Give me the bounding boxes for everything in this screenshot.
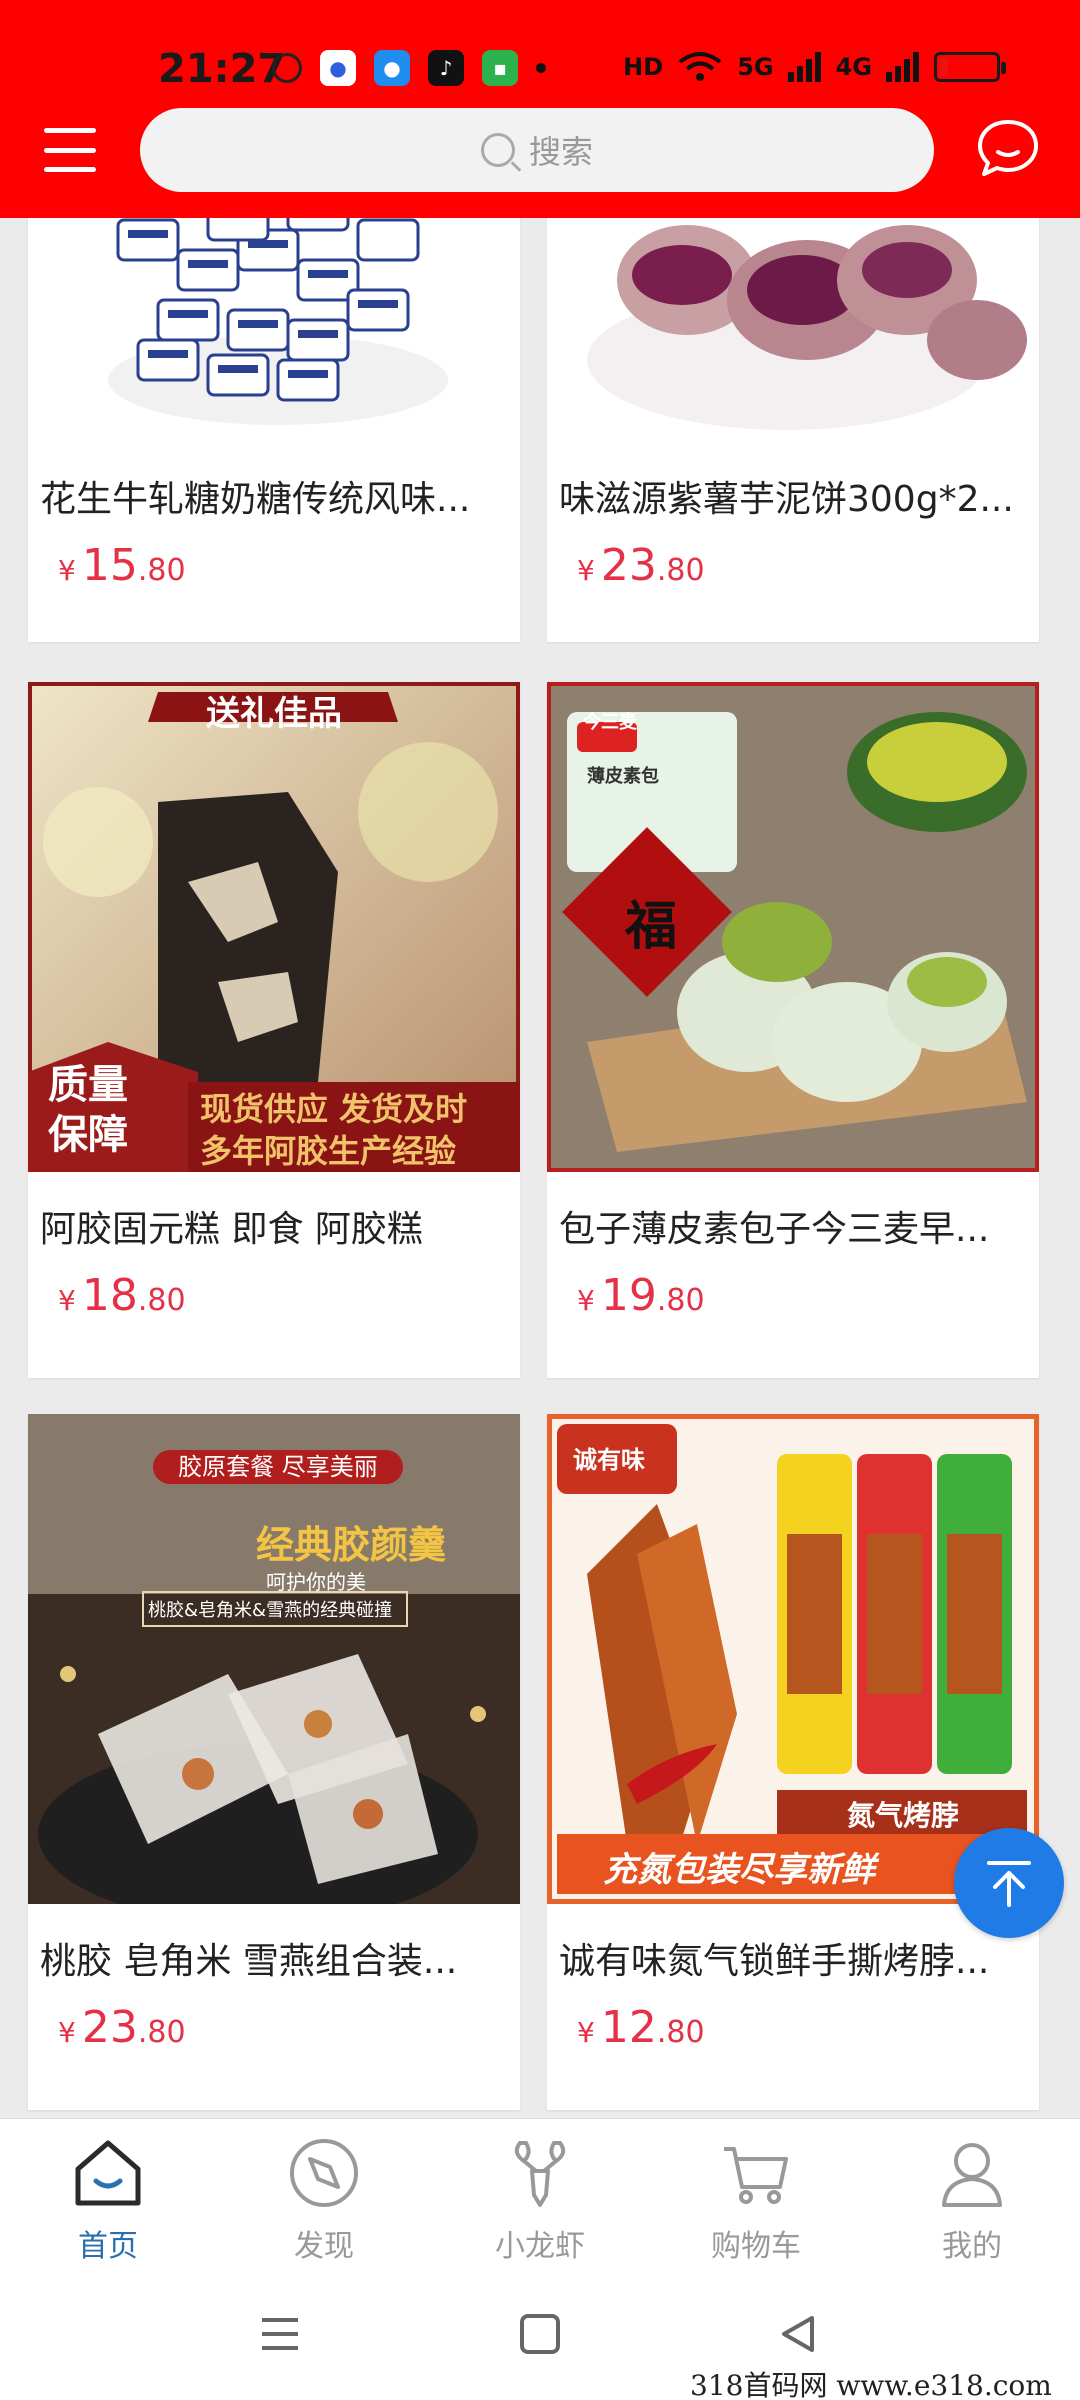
more-notifications-dot [536, 63, 546, 73]
image-sub-1: 呵护你的美 [266, 1570, 366, 1594]
message-notification-icon [272, 53, 302, 83]
image-pill-text: 胶原套餐 尽享美丽 [178, 1453, 378, 1481]
tab-label: 我的 [942, 2229, 1002, 2264]
recents-icon[interactable] [258, 2314, 302, 2354]
image-brand-text: 诚有味 [573, 1446, 645, 1474]
tab-discover[interactable]: 发现 [216, 2119, 432, 2284]
tab-label: 小龙虾 [495, 2229, 585, 2264]
search-input[interactable]: 搜索 [140, 108, 934, 192]
tab-label: 购物车 [711, 2229, 801, 2264]
image-line-1: 现货供应 发货及时 [200, 1090, 468, 1128]
product-image[interactable]: 今三麦 薄皮素包 福 [547, 682, 1039, 1172]
tab-me[interactable]: 我的 [864, 2119, 1080, 2284]
product-price: ¥23.80 [577, 540, 705, 591]
network-4g-indicator: 4G [835, 53, 872, 81]
tab-home[interactable]: 首页 [0, 2119, 216, 2284]
user-icon [942, 2143, 1002, 2207]
product-title[interactable]: 味滋源紫薯芋泥饼300g*2... [559, 470, 1025, 522]
product-price: ¥18.80 [58, 1270, 186, 1321]
tab-crayfish[interactable]: 小龙虾 [432, 2119, 648, 2284]
app-screen: 花生牛轧糖奶糖传统风味... ¥15.80 味滋源紫薯芋泥饼300g*2... [0, 0, 1080, 2400]
product-card[interactable]: 送礼佳品 质量 保障 现货供应 发货及时 多年阿胶生产经验 阿胶固元糕 即食 阿… [28, 682, 520, 1378]
baidu-icon: ● [320, 50, 356, 86]
home-square-icon[interactable] [518, 2312, 562, 2356]
notification-icons: ● ● ♪ ▪ [272, 50, 546, 86]
signal-icon [886, 52, 919, 82]
product-title[interactable]: 桃胶 皂角米 雪燕组合装... [40, 1932, 506, 1984]
product-title[interactable]: 诚有味氮气锁鲜手撕烤脖... [559, 1932, 1025, 1984]
chat-app-icon: ▪ [482, 50, 518, 86]
crayfish-icon [514, 2141, 566, 2207]
product-card[interactable]: 胶原套餐 尽享美丽 经典胶颜羹 呵护你的美 桃胶&皂角米&雪燕的经典碰撞 桃胶 … [28, 1414, 520, 2110]
product-card[interactable]: 诚有味 氮气烤脖 充氮包装尽享新鲜 诚有味氮气锁鲜手撕烤脖... ¥12.80 [547, 1414, 1039, 2110]
status-bar: 21:27 ● ● ♪ ▪ HD 5G 4G [0, 0, 1080, 100]
image-tag-text: 氮气烤脖 [847, 1799, 960, 1832]
image-headline: 经典胶颜羹 [256, 1523, 447, 1567]
menu-icon[interactable] [40, 120, 100, 180]
battery-icon [934, 52, 1006, 82]
tab-cart[interactable]: 购物车 [648, 2119, 864, 2284]
bottom-tab-bar: 首页 发现 小龙虾 购物车 我的 [0, 2118, 1080, 2284]
product-card[interactable]: 今三麦 薄皮素包 福 包子薄皮素包子今三麦早... ¥19.80 [547, 682, 1039, 1378]
product-image[interactable]: 胶原套餐 尽享美丽 经典胶颜羹 呵护你的美 桃胶&皂角米&雪燕的经典碰撞 [28, 1414, 520, 1904]
product-title[interactable]: 包子薄皮素包子今三麦早... [559, 1200, 1025, 1252]
back-to-top-button[interactable] [954, 1828, 1064, 1938]
qq-icon: ● [374, 50, 410, 86]
product-image[interactable]: 送礼佳品 质量 保障 现货供应 发货及时 多年阿胶生产经验 [28, 682, 520, 1172]
product-image[interactable]: 诚有味 氮气烤脖 充氮包装尽享新鲜 [547, 1414, 1039, 1904]
wifi-icon [678, 52, 722, 81]
image-pack-text: 薄皮素包 [587, 766, 659, 787]
tiktok-icon: ♪ [428, 50, 464, 86]
tab-label: 发现 [294, 2229, 354, 2264]
tab-label: 首页 [78, 2229, 138, 2264]
image-sub-2: 桃胶&皂角米&雪燕的经典碰撞 [148, 1600, 393, 1621]
watermark: 318首码网 www.e318.com [690, 2369, 1052, 2400]
chat-bubble-icon[interactable] [976, 118, 1040, 178]
product-price: ¥15.80 [58, 540, 186, 591]
product-price: ¥19.80 [577, 1270, 705, 1321]
product-price: ¥23.80 [58, 2002, 186, 2053]
home-icon [75, 2140, 141, 2206]
compass-icon [290, 2139, 358, 2207]
status-time: 21:27 [158, 46, 286, 92]
signal-icon [787, 52, 821, 82]
hd-indicator: HD [623, 53, 664, 81]
fu-character: 福 [625, 896, 678, 957]
product-title[interactable]: 花生牛轧糖奶糖传统风味... [40, 470, 506, 522]
image-banner-text: 送礼佳品 [206, 694, 342, 734]
back-icon[interactable] [776, 2312, 820, 2356]
cart-icon [724, 2147, 788, 2204]
network-5g-indicator: 5G [737, 53, 774, 81]
image-banner-text: 充氮包装尽享新鲜 [603, 1850, 875, 1890]
app-header: 21:27 ● ● ♪ ▪ HD 5G 4G 搜索 [0, 0, 1080, 218]
image-brand-text: 今三麦 [583, 712, 637, 733]
image-line-2: 多年阿胶生产经验 [200, 1132, 457, 1170]
quality-badge: 质量 保障 [48, 1062, 128, 1158]
product-price: ¥12.80 [577, 2002, 705, 2053]
system-indicators: HD 5G 4G [623, 50, 1006, 84]
search-placeholder: 搜索 [528, 133, 593, 171]
search-icon [480, 133, 515, 167]
product-title[interactable]: 阿胶固元糕 即食 阿胶糕 [40, 1200, 506, 1252]
arrow-up-icon [987, 1861, 1031, 1907]
